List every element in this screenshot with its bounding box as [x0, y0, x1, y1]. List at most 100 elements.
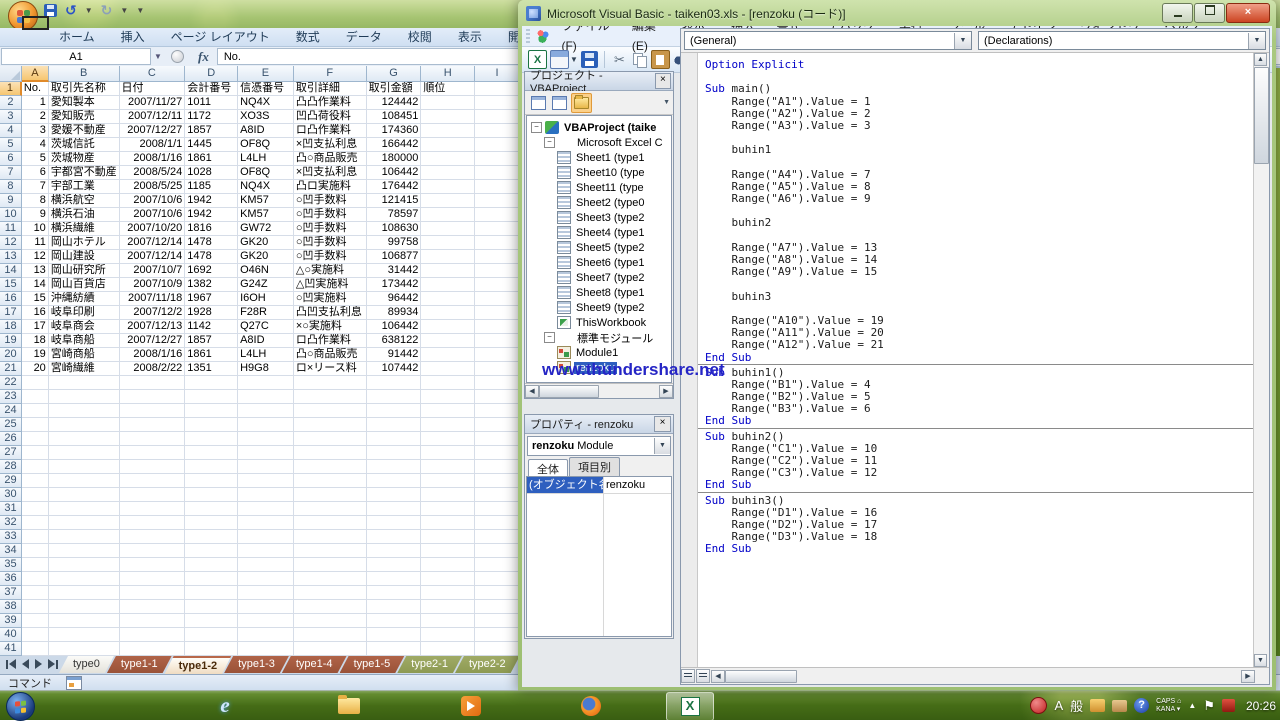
scroll-left-icon[interactable]: ◀: [711, 670, 725, 683]
cell[interactable]: [421, 488, 475, 502]
cell[interactable]: [367, 558, 422, 572]
cell[interactable]: [22, 558, 49, 572]
cell[interactable]: [185, 614, 238, 628]
cell[interactable]: 信憑番号: [238, 82, 294, 96]
cell[interactable]: 78597: [367, 208, 422, 222]
cell[interactable]: [120, 642, 186, 656]
ribbon-tab-表示[interactable]: 表示: [445, 28, 495, 47]
cell[interactable]: [475, 264, 520, 278]
cell[interactable]: [49, 572, 120, 586]
select-all-corner[interactable]: [0, 66, 22, 82]
column-header[interactable]: D: [185, 66, 238, 82]
cell[interactable]: ロ凸作業料: [294, 334, 367, 348]
vbe-titlebar[interactable]: Microsoft Visual Basic - taiken03.xls - …: [518, 0, 1276, 26]
cell[interactable]: [475, 250, 520, 264]
ribbon-tab-数式[interactable]: 数式: [283, 28, 333, 47]
cell[interactable]: [22, 404, 49, 418]
restore-button[interactable]: [1194, 3, 1225, 23]
cell[interactable]: [421, 334, 475, 348]
cell[interactable]: [238, 404, 294, 418]
cell[interactable]: [22, 572, 49, 586]
cell[interactable]: [22, 446, 49, 460]
cell[interactable]: ○凹手数料: [294, 250, 367, 264]
cell[interactable]: [475, 642, 520, 656]
tree-expander-icon[interactable]: −: [544, 332, 555, 343]
cell[interactable]: [185, 544, 238, 558]
cell[interactable]: [238, 544, 294, 558]
cell[interactable]: 20: [22, 362, 49, 376]
cell[interactable]: NQ4X: [238, 180, 294, 194]
cell[interactable]: 凸凹支払利息: [294, 306, 367, 320]
redo-icon[interactable]: ↻: [101, 4, 113, 17]
cell[interactable]: [185, 502, 238, 516]
copy-icon[interactable]: [631, 51, 648, 68]
cell[interactable]: 2008/1/16: [120, 348, 186, 362]
cell[interactable]: [22, 502, 49, 516]
cell[interactable]: [49, 404, 120, 418]
cell[interactable]: [22, 460, 49, 474]
cell[interactable]: 取引先名称: [49, 82, 120, 96]
cell[interactable]: [475, 474, 520, 488]
taskbar-clock[interactable]: 20:26: [1246, 699, 1276, 713]
cell[interactable]: [294, 614, 367, 628]
cell[interactable]: 凸ロ実施料: [294, 180, 367, 194]
cell[interactable]: I6OH: [238, 292, 294, 306]
cell[interactable]: [238, 586, 294, 600]
cell[interactable]: 15: [22, 292, 49, 306]
cell[interactable]: [475, 82, 520, 96]
row-header[interactable]: 13: [0, 250, 22, 264]
cell[interactable]: [421, 124, 475, 138]
cell[interactable]: [238, 502, 294, 516]
cell[interactable]: 凸○商品販売: [294, 152, 367, 166]
cell[interactable]: [421, 292, 475, 306]
cell[interactable]: [120, 530, 186, 544]
cell[interactable]: [475, 614, 520, 628]
cell[interactable]: 3: [22, 124, 49, 138]
cell[interactable]: 1382: [185, 278, 238, 292]
cell[interactable]: [120, 418, 186, 432]
cell[interactable]: 174360: [367, 124, 422, 138]
macro-record-icon[interactable]: [66, 676, 82, 690]
cell[interactable]: [475, 208, 520, 222]
cell[interactable]: ロ凸作業料: [294, 124, 367, 138]
cell[interactable]: ○凹手数料: [294, 222, 367, 236]
ime-mode-indicator[interactable]: A: [1054, 698, 1063, 713]
project-tree-item[interactable]: −標準モジュール: [527, 330, 671, 345]
cell[interactable]: [367, 474, 422, 488]
cell[interactable]: 14: [22, 278, 49, 292]
cell[interactable]: 176442: [367, 180, 422, 194]
row-header[interactable]: 9: [0, 194, 22, 208]
cell[interactable]: 2007/12/27: [120, 334, 186, 348]
sheet-tab-type2-1[interactable]: type2-1: [397, 656, 462, 673]
cell[interactable]: [120, 446, 186, 460]
toggle-folders-button[interactable]: [571, 93, 592, 113]
cell[interactable]: 99758: [367, 236, 422, 250]
scroll-thumb[interactable]: [539, 385, 599, 398]
cell[interactable]: 166442: [367, 138, 422, 152]
cell[interactable]: [475, 152, 520, 166]
cell[interactable]: 2007/12/14: [120, 250, 186, 264]
row-header[interactable]: 26: [0, 432, 22, 446]
ime-general-indicator[interactable]: 般: [1070, 696, 1083, 715]
cell[interactable]: 2007/12/2: [120, 306, 186, 320]
cell[interactable]: [421, 642, 475, 656]
cell[interactable]: OF8Q: [238, 166, 294, 180]
sheet-tab-type1-5[interactable]: type1-5: [340, 656, 405, 673]
cell[interactable]: [22, 530, 49, 544]
cell[interactable]: [238, 600, 294, 614]
cell[interactable]: GW72: [238, 222, 294, 236]
cell[interactable]: [421, 572, 475, 586]
cell[interactable]: [185, 586, 238, 600]
cell[interactable]: 凸凸作業料: [294, 96, 367, 110]
cell[interactable]: [421, 628, 475, 642]
media-player-icon[interactable]: [458, 693, 484, 718]
row-header[interactable]: 17: [0, 306, 22, 320]
cell[interactable]: [475, 292, 520, 306]
row-header[interactable]: 6: [0, 152, 22, 166]
cell[interactable]: [475, 572, 520, 586]
cell[interactable]: 2008/5/25: [120, 180, 186, 194]
cell[interactable]: [294, 642, 367, 656]
cell[interactable]: [475, 530, 520, 544]
properties-header[interactable]: プロパティ - renzoku ×: [525, 415, 673, 434]
cell[interactable]: 108451: [367, 110, 422, 124]
